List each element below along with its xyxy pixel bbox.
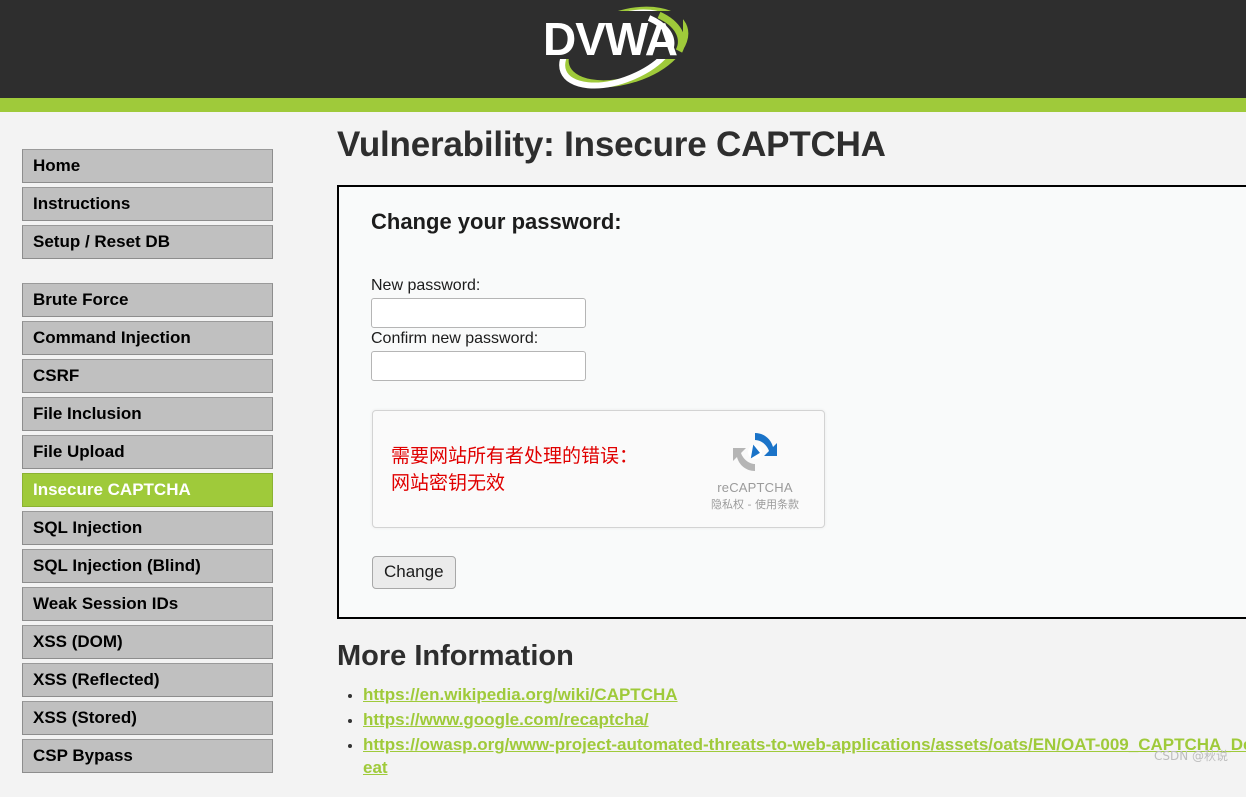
sidebar-item-sql-injection[interactable]: SQL Injection	[22, 511, 273, 545]
sidebar-nav: Home Instructions Setup / Reset DB Brute…	[22, 149, 273, 797]
dvwa-logo: DVWA	[528, 0, 718, 98]
more-information-heading: More Information	[337, 640, 1246, 673]
vulnerability-panel: Change your password: New password: Conf…	[337, 185, 1246, 619]
site-header: DVWA	[0, 0, 1246, 98]
sidebar-item-file-inclusion[interactable]: File Inclusion	[22, 397, 273, 431]
main-content: Vulnerability: Insecure CAPTCHA Change y…	[337, 125, 1246, 781]
change-password-button[interactable]: Change	[372, 556, 456, 589]
recaptcha-error-message: 需要网站所有者处理的错误： 网站密钥无效	[391, 443, 681, 497]
list-item: https://owasp.org/www-project-automated-…	[363, 733, 1246, 779]
sidebar-item-command-injection[interactable]: Command Injection	[22, 321, 273, 355]
sidebar-item-brute-force[interactable]: Brute Force	[22, 283, 273, 317]
sidebar-item-home[interactable]: Home	[22, 149, 273, 183]
new-password-input[interactable]	[371, 298, 586, 328]
page-title: Vulnerability: Insecure CAPTCHA	[337, 125, 1246, 165]
dvwa-swoosh-logo-icon: DVWA	[533, 3, 713, 95]
sidebar-item-csrf[interactable]: CSRF	[22, 359, 273, 393]
csdn-watermark: CSDN @秋说	[1154, 747, 1228, 764]
header-accent-bar	[0, 98, 1246, 112]
sidebar-item-file-upload[interactable]: File Upload	[22, 435, 273, 469]
recaptcha-legal-links[interactable]: 隐私权 - 使用条款	[700, 496, 810, 512]
list-item: https://www.google.com/recaptcha/	[363, 708, 1246, 731]
list-item: https://en.wikipedia.org/wiki/CAPTCHA	[363, 683, 1246, 706]
sidebar-item-xss-stored[interactable]: XSS (Stored)	[22, 701, 273, 735]
recaptcha-brand-name: reCAPTCHA	[700, 480, 810, 495]
reference-link-google-recaptcha[interactable]: https://www.google.com/recaptcha/	[363, 710, 649, 729]
sidebar-item-instructions[interactable]: Instructions	[22, 187, 273, 221]
recaptcha-circular-arrows-icon	[729, 426, 781, 478]
sidebar-item-setup-reset-db[interactable]: Setup / Reset DB	[22, 225, 273, 259]
recaptcha-widget[interactable]: 需要网站所有者处理的错误： 网站密钥无效 reCAPTCHA 隐私权 - 使用条…	[372, 410, 825, 528]
more-information-list: https://en.wikipedia.org/wiki/CAPTCHA ht…	[337, 683, 1246, 779]
reference-link-wikipedia[interactable]: https://en.wikipedia.org/wiki/CAPTCHA	[363, 685, 678, 704]
sidebar-item-xss-dom[interactable]: XSS (DOM)	[22, 625, 273, 659]
new-password-label: New password:	[371, 277, 1246, 295]
sidebar-item-csp-bypass[interactable]: CSP Bypass	[22, 739, 273, 773]
sidebar-item-insecure-captcha[interactable]: Insecure CAPTCHA	[22, 473, 273, 507]
sidebar-item-weak-session-ids[interactable]: Weak Session IDs	[22, 587, 273, 621]
sidebar-item-xss-reflected[interactable]: XSS (Reflected)	[22, 663, 273, 697]
recaptcha-branding: reCAPTCHA 隐私权 - 使用条款	[700, 426, 810, 512]
sidebar-group-general: Home Instructions Setup / Reset DB	[22, 149, 273, 259]
sidebar-item-sql-injection-blind[interactable]: SQL Injection (Blind)	[22, 549, 273, 583]
change-password-form: New password: Confirm new password: 需要网站…	[371, 277, 1246, 589]
sidebar-group-vulnerabilities: Brute Force Command Injection CSRF File …	[22, 283, 273, 773]
confirm-password-label: Confirm new password:	[371, 330, 1246, 348]
confirm-password-input[interactable]	[371, 351, 586, 381]
reference-link-owasp-oat[interactable]: https://owasp.org/www-project-automated-…	[363, 735, 1246, 777]
form-heading: Change your password:	[371, 209, 1246, 235]
